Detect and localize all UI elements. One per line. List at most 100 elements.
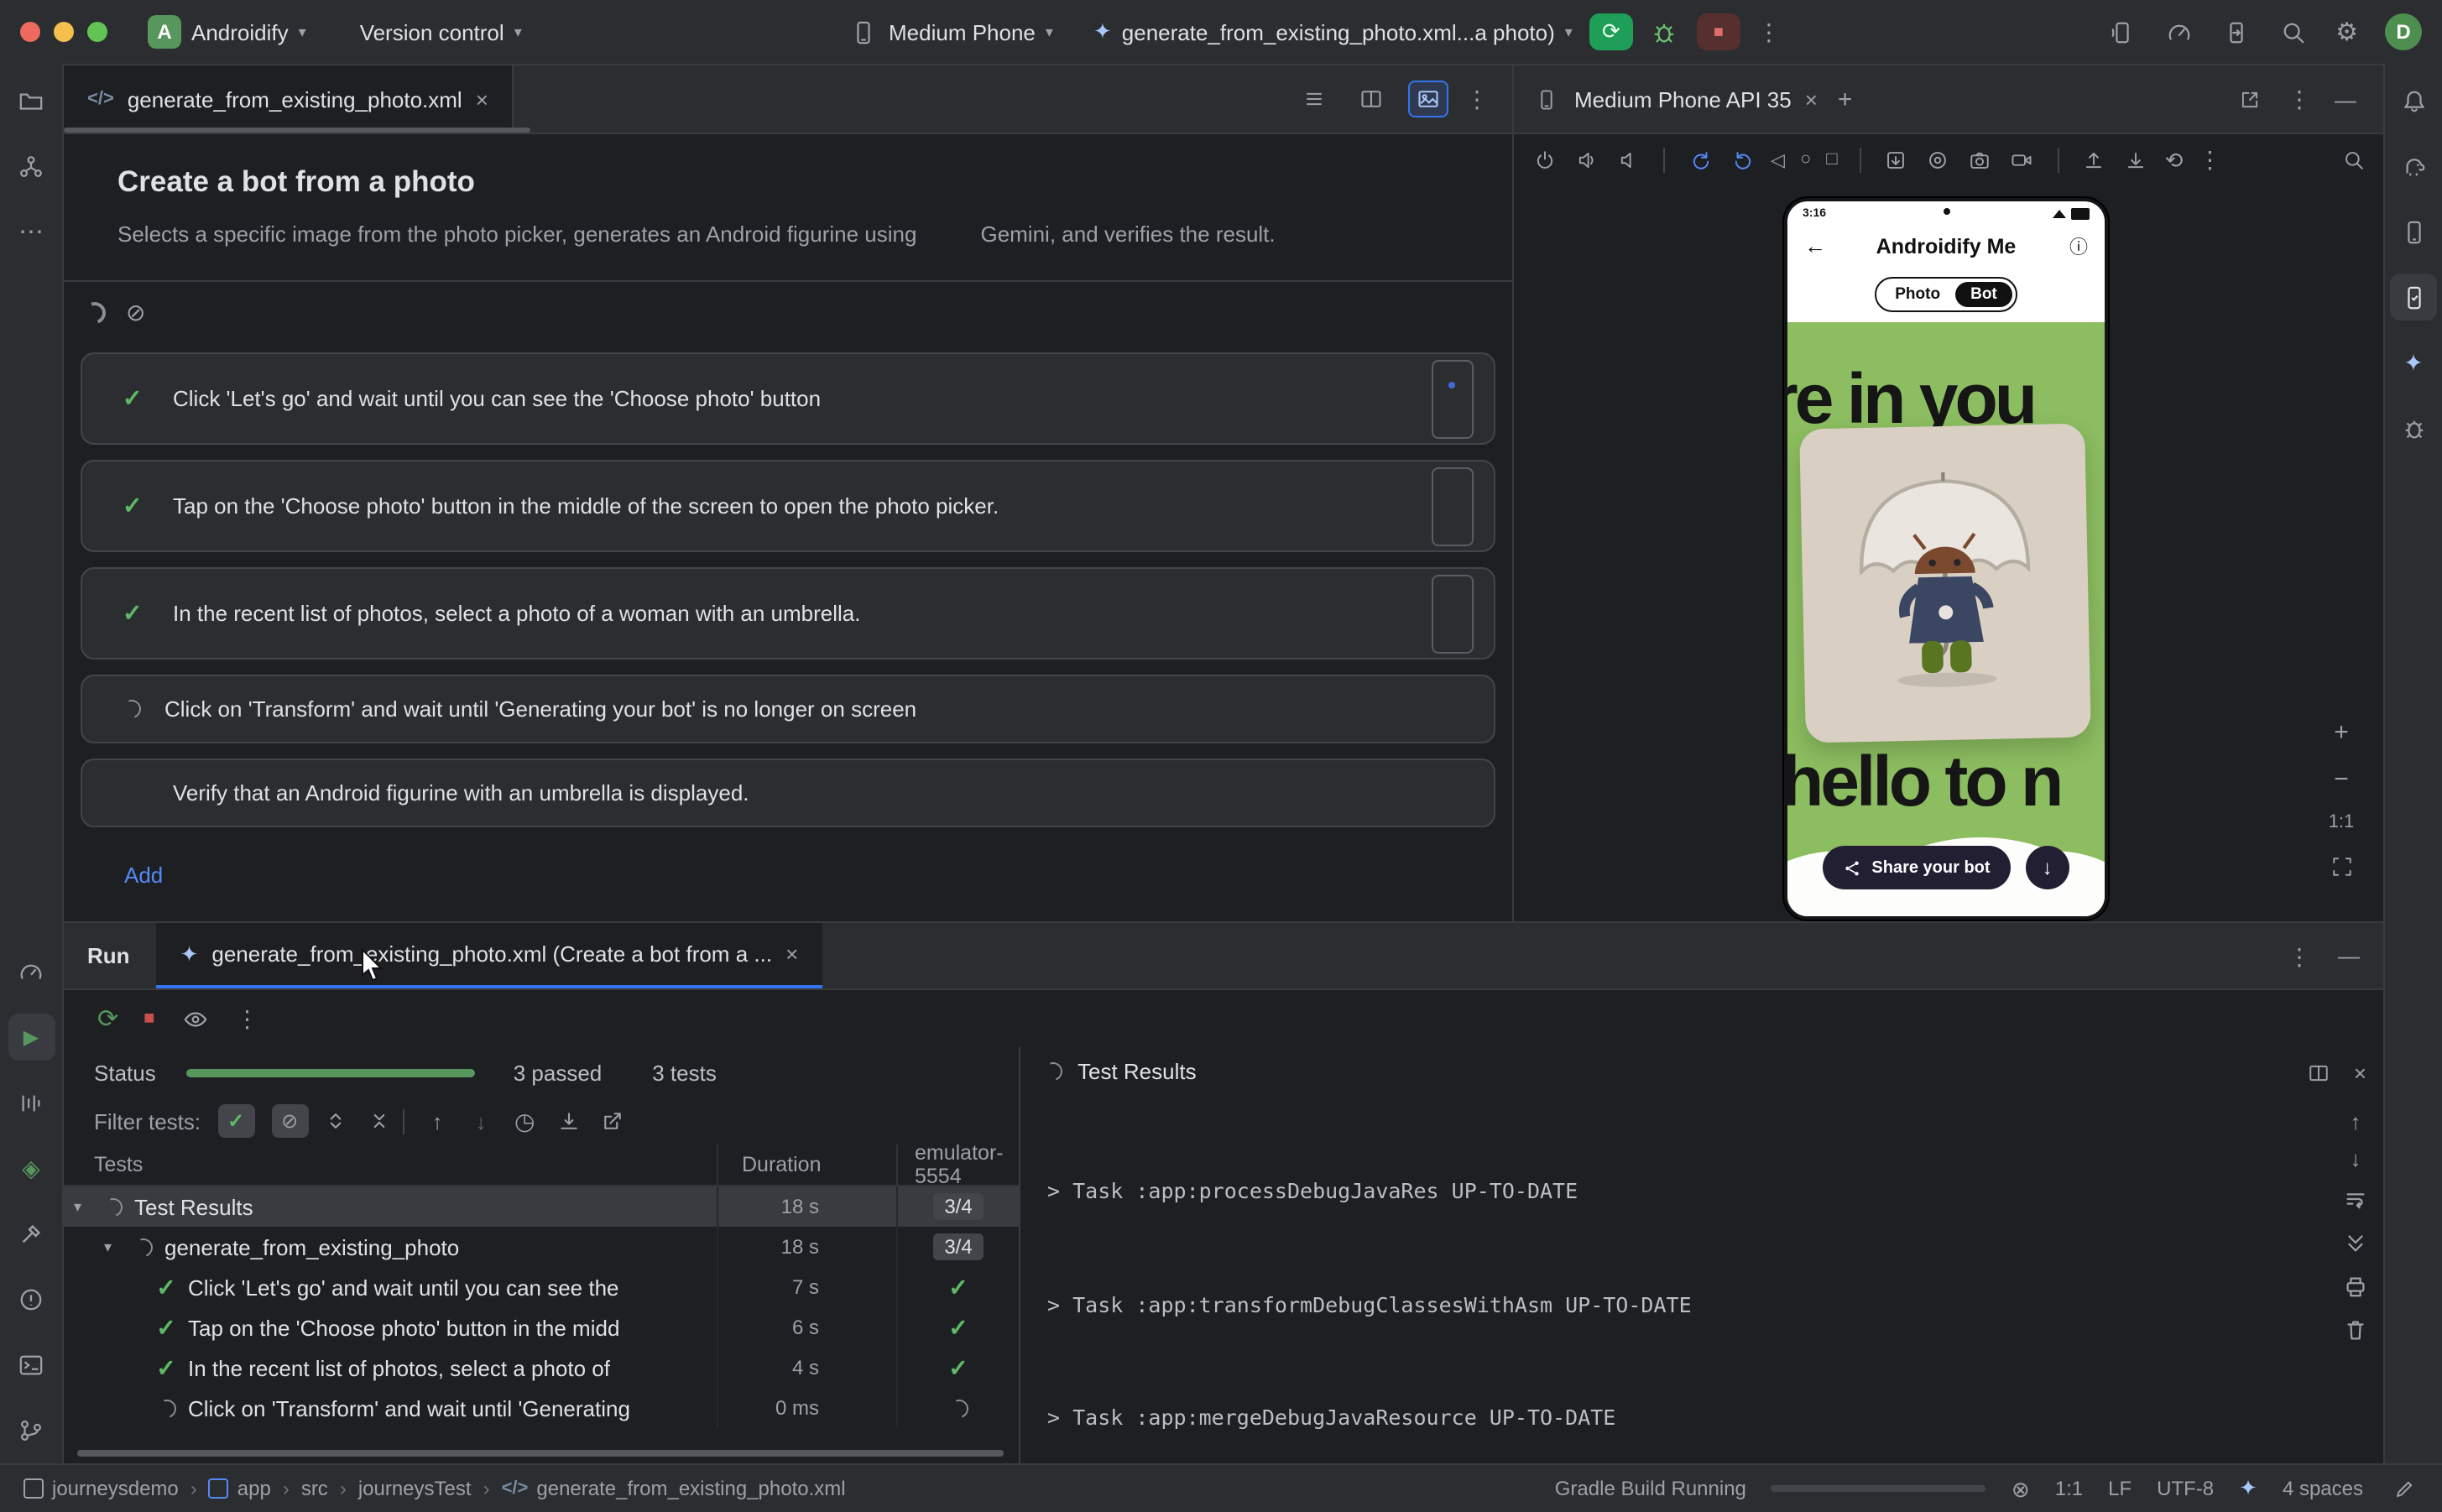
print-icon[interactable] xyxy=(2341,1272,2370,1301)
device-column-header[interactable]: emulator-5554 xyxy=(896,1144,1019,1185)
line-separator-widget[interactable]: LF xyxy=(2108,1477,2132,1500)
toggle-bot-option[interactable]: Bot xyxy=(1955,282,2012,307)
export-test-results-icon[interactable] xyxy=(595,1104,629,1138)
screen-search-icon[interactable] xyxy=(2340,146,2366,173)
journey-step[interactable]: ✓ In the recent list of photos, select a… xyxy=(81,567,1495,660)
suspend-icon[interactable]: ⊘ xyxy=(126,300,145,324)
zoom-in-button[interactable]: + xyxy=(2334,718,2349,747)
photo-bot-toggle[interactable]: Photo Bot xyxy=(1875,277,2017,312)
stop-tests-button[interactable]: ■ xyxy=(143,1009,154,1029)
project-tool-icon[interactable] xyxy=(8,77,55,124)
coverage-tool-icon[interactable]: ◈ xyxy=(8,1144,55,1191)
scroll-to-top-icon[interactable]: ↑ xyxy=(2351,1111,2361,1133)
add-device-tab-button[interactable]: + xyxy=(1838,86,1853,112)
watch-icon[interactable] xyxy=(180,1004,210,1034)
close-window-button[interactable] xyxy=(20,22,40,42)
structure-tool-icon[interactable] xyxy=(8,143,55,190)
toggle-photo-option[interactable]: Photo xyxy=(1880,282,1955,307)
device-manager-icon[interactable] xyxy=(2390,208,2437,255)
snapshot-restore-icon[interactable]: ⟲ xyxy=(2165,149,2184,170)
collapse-all-icon[interactable] xyxy=(362,1104,395,1138)
breadcrumb-item[interactable]: src xyxy=(301,1477,328,1500)
split-console-icon[interactable] xyxy=(2304,1057,2334,1087)
show-ignored-toggle[interactable]: ⊘ xyxy=(271,1104,308,1138)
editor-more-icon[interactable]: ⋮ xyxy=(1465,87,1489,111)
run-configuration-selector[interactable]: ✦ generate_from_existing_photo.xml...a p… xyxy=(1093,18,1573,45)
editor-split-view-icon[interactable] xyxy=(1351,81,1391,117)
breadcrumb-item[interactable]: app xyxy=(209,1477,271,1500)
zoom-out-button[interactable]: − xyxy=(2334,765,2349,794)
download-bot-button[interactable]: ↓ xyxy=(2026,846,2069,889)
gradle-tool-icon[interactable] xyxy=(2390,143,2437,190)
editor-preview-view-icon[interactable] xyxy=(1408,81,1448,117)
test-tree-row[interactable]: ▾Test Results 18 s 3/4 xyxy=(64,1186,1019,1227)
phone-back-button[interactable]: ← xyxy=(1804,233,1831,258)
share-your-bot-button[interactable]: Share your bot xyxy=(1823,846,2010,889)
expand-all-icon[interactable] xyxy=(318,1104,352,1138)
next-failed-icon[interactable]: ↓ xyxy=(464,1104,498,1138)
tab-scroll-indicator[interactable] xyxy=(64,128,530,133)
screen-record-icon[interactable] xyxy=(1925,146,1952,173)
device-toolbar-more-icon[interactable]: ⋮ xyxy=(2198,148,2221,171)
journey-step[interactable]: ✓ Click 'Let's go' and wait until you ca… xyxy=(81,352,1495,445)
debug-button[interactable] xyxy=(1650,17,1680,47)
volume-up-icon[interactable] xyxy=(1573,146,1599,173)
indent-widget[interactable]: 4 spaces xyxy=(2283,1477,2363,1500)
version-control-tool-icon[interactable] xyxy=(8,1406,55,1453)
horizontal-scrollbar[interactable] xyxy=(77,1450,1004,1457)
add-step-button[interactable]: Add xyxy=(124,863,163,888)
install-apk-icon[interactable] xyxy=(2123,146,2150,173)
zoom-level-label[interactable]: 1:1 xyxy=(2329,812,2355,832)
caret-position-widget[interactable]: 1:1 xyxy=(2055,1477,2083,1500)
step-screenshot-thumbnail[interactable] xyxy=(1432,574,1474,653)
volume-down-icon[interactable] xyxy=(1615,146,1641,173)
profiler-tool-icon[interactable] xyxy=(8,948,55,995)
gradle-build-status[interactable]: Gradle Build Running xyxy=(1555,1477,1746,1500)
editor-tab[interactable]: </> generate_from_existing_photo.xml × xyxy=(64,65,514,133)
more-actions-button[interactable]: ⋮ xyxy=(1757,20,1781,44)
clear-console-icon[interactable] xyxy=(2341,1316,2370,1344)
test-tree-row[interactable]: Click on 'Transform' and wait until 'Gen… xyxy=(64,1388,1019,1428)
breadcrumb-item[interactable]: journeysdemo xyxy=(23,1477,179,1500)
journey-step[interactable]: ✓ Tap on the 'Choose photo' button in th… xyxy=(81,460,1495,552)
run-panel-more-icon[interactable]: ⋮ xyxy=(2288,944,2311,967)
mirror-device-icon[interactable] xyxy=(2221,17,2252,47)
test-tree-row[interactable]: ✓Tap on the 'Choose photo' button in the… xyxy=(64,1307,1019,1348)
write-access-icon[interactable] xyxy=(2388,1473,2419,1504)
gemini-tool-icon[interactable]: ✦ xyxy=(2390,339,2437,386)
tests-column-header[interactable]: Tests xyxy=(64,1153,717,1176)
test-history-icon[interactable]: ◷ xyxy=(508,1104,541,1138)
previous-failed-icon[interactable]: ↑ xyxy=(420,1104,454,1138)
open-in-window-icon[interactable] xyxy=(2234,84,2264,114)
phone-info-button[interactable]: ⓘ xyxy=(2061,232,2088,259)
device-tab[interactable]: Medium Phone API 35 × xyxy=(1531,84,1818,114)
notifications-icon[interactable] xyxy=(2390,77,2437,124)
test-tree-row[interactable]: ▾generate_from_existing_photo 18 s 3/4 xyxy=(64,1227,1019,1267)
soft-wrap-icon[interactable] xyxy=(2341,1185,2370,1213)
journey-step[interactable]: Verify that an Android figurine with an … xyxy=(81,759,1495,827)
run-toolbar-more-icon[interactable]: ⋮ xyxy=(235,1007,258,1030)
breadcrumb-item[interactable]: journeysTest xyxy=(358,1477,472,1500)
chevron-down-icon[interactable]: ▾ xyxy=(104,1238,128,1256)
editor-code-view-icon[interactable] xyxy=(1294,81,1334,117)
test-tree-row[interactable]: ✓In the recent list of photos, select a … xyxy=(64,1348,1019,1388)
video-icon[interactable] xyxy=(2009,146,2036,173)
rerun-tests-button[interactable]: ⟳ xyxy=(97,1004,118,1034)
android-back-button[interactable]: ◁ xyxy=(1771,149,1785,170)
close-icon[interactable]: × xyxy=(785,941,798,967)
search-icon[interactable] xyxy=(2278,17,2309,47)
step-screenshot-thumbnail[interactable] xyxy=(1432,359,1474,438)
run-tab[interactable]: ✦ generate_from_existing_photo.xml (Crea… xyxy=(157,923,822,988)
more-tool-windows-icon[interactable]: ⋯ xyxy=(8,208,55,255)
zoom-window-button[interactable] xyxy=(87,22,107,42)
minimize-panel-icon[interactable]: — xyxy=(2338,945,2360,967)
device-more-icon[interactable]: ⋮ xyxy=(2288,87,2311,111)
scroll-down-icon[interactable]: ↓ xyxy=(2351,1148,2361,1170)
close-icon[interactable]: × xyxy=(2354,1060,2366,1085)
settings-icon[interactable]: ⚙ xyxy=(2335,19,2358,44)
rotate-left-icon[interactable] xyxy=(1687,146,1714,173)
encoding-widget[interactable]: UTF-8 xyxy=(2157,1477,2214,1500)
minimize-panel-icon[interactable]: — xyxy=(2335,88,2356,110)
power-icon[interactable] xyxy=(1531,146,1558,173)
vcs-widget[interactable]: Version control ▾ xyxy=(360,19,522,44)
